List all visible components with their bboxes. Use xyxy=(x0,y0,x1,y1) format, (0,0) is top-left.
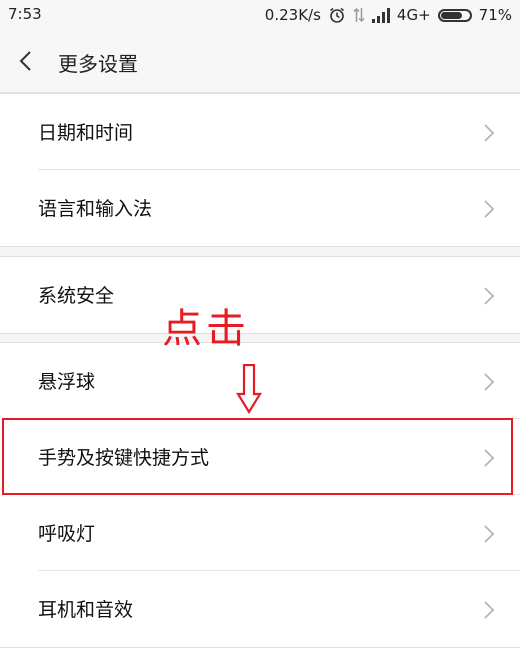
chevron-right-icon xyxy=(484,525,495,543)
arrow-down-icon xyxy=(236,364,262,414)
chevron-left-icon[interactable] xyxy=(14,48,40,74)
battery-fill xyxy=(440,11,462,19)
settings-item-label: 耳机和音效 xyxy=(38,599,134,621)
annotation-click-text: 点击 xyxy=(162,306,250,352)
chevron-right-icon xyxy=(484,200,495,218)
header: 更多设置 xyxy=(0,30,520,93)
chevron-right-icon xyxy=(484,601,495,619)
signal-icon xyxy=(371,7,390,23)
settings-item-label: 悬浮球 xyxy=(38,371,96,393)
highlight-box xyxy=(2,418,513,495)
settings-section-security: 系统安全 xyxy=(0,256,520,334)
network-type: 4G+ xyxy=(396,6,431,24)
data-transfer-icon xyxy=(353,6,365,24)
battery-icon xyxy=(437,8,472,22)
settings-section-datetime-language: 日期和时间 语言和输入法 xyxy=(0,93,520,247)
settings-item-label: 日期和时间 xyxy=(38,122,134,144)
chevron-right-icon xyxy=(484,287,495,305)
chevron-right-icon xyxy=(484,124,495,142)
settings-item-language-input[interactable]: 语言和输入法 xyxy=(0,170,520,246)
battery-percent: 71% xyxy=(478,6,512,24)
status-icons: 0.23K/s 4G+ 71% xyxy=(265,4,512,26)
settings-item-breathing-light[interactable]: 呼吸灯 xyxy=(0,495,520,571)
chevron-right-icon xyxy=(484,373,495,391)
settings-item-label: 呼吸灯 xyxy=(38,523,96,545)
settings-item-label: 语言和输入法 xyxy=(38,198,153,220)
settings-item-system-security[interactable]: 系统安全 xyxy=(0,257,520,333)
network-speed: 0.23K/s xyxy=(264,6,321,24)
alarm-icon xyxy=(328,6,346,24)
settings-item-date-time[interactable]: 日期和时间 xyxy=(0,94,520,170)
status-bar: 7:53 0.23K/s 4G+ 71% xyxy=(0,0,520,30)
page-title: 更多设置 xyxy=(58,52,138,76)
status-time: 7:53 xyxy=(8,5,42,23)
settings-item-label: 系统安全 xyxy=(38,285,115,307)
settings-item-headphones-audio[interactable]: 耳机和音效 xyxy=(0,571,520,647)
